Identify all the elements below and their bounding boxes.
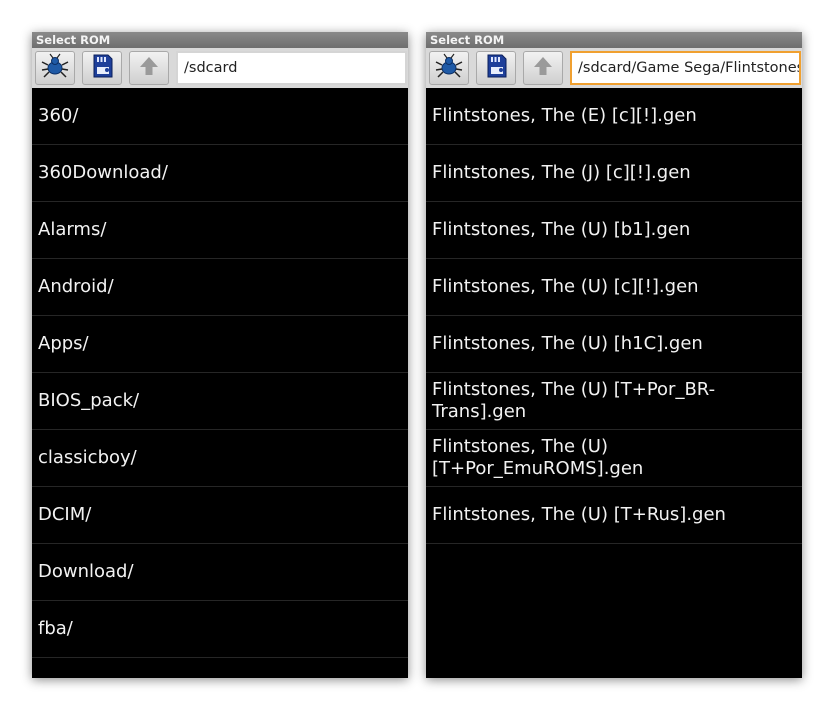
list-item[interactable]: Flintstones, The (U) [c][!].gen (426, 259, 802, 316)
list-item[interactable]: Flintstones, The (U) [h1C].gen (426, 316, 802, 373)
up-directory-button[interactable] (129, 51, 169, 85)
list-item[interactable]: Download/ (32, 544, 408, 601)
window-title: Select ROM (32, 32, 408, 48)
list-item[interactable]: Flintstones, The (U) [T+Por_BR-Trans].ge… (426, 373, 802, 430)
up-directory-button[interactable] (523, 51, 563, 85)
list-item[interactable]: classicboy/ (32, 430, 408, 487)
bug-icon (40, 53, 70, 83)
debug-button[interactable] (429, 51, 469, 85)
rom-browser-left: Select ROM /sdcard 360/ 360Download/ Ala… (32, 32, 408, 678)
rom-browser-right: Select ROM /sdcard/Game Sega/Flintstones… (426, 32, 802, 678)
path-field[interactable]: /sdcard/Game Sega/Flintstones (570, 51, 801, 85)
list-item[interactable]: Flintstones, The (J) [c][!].gen (426, 145, 802, 202)
sdcard-button[interactable] (82, 51, 122, 85)
list-item[interactable]: 360Download/ (32, 145, 408, 202)
list-item[interactable]: Alarms/ (32, 202, 408, 259)
sd-card-icon (483, 53, 509, 83)
file-list: 360/ 360Download/ Alarms/ Android/ Apps/… (32, 88, 408, 678)
list-item[interactable]: 360/ (32, 88, 408, 145)
file-list: Flintstones, The (E) [c][!].gen Flintsto… (426, 88, 802, 678)
list-item[interactable]: DCIM/ (32, 487, 408, 544)
up-arrow-icon (138, 55, 160, 81)
bug-icon (434, 53, 464, 83)
list-item[interactable]: BIOS_pack/ (32, 373, 408, 430)
list-item[interactable]: fba/ (32, 601, 408, 658)
toolbar: /sdcard/Game Sega/Flintstones (426, 48, 802, 88)
sd-card-icon (89, 53, 115, 83)
list-item[interactable]: Flintstones, The (U) [T+Por_EmuROMS].gen (426, 430, 802, 487)
list-item[interactable]: Apps/ (32, 316, 408, 373)
window-title: Select ROM (426, 32, 802, 48)
list-item[interactable]: Android/ (32, 259, 408, 316)
up-arrow-icon (532, 55, 554, 81)
sdcard-button[interactable] (476, 51, 516, 85)
toolbar: /sdcard (32, 48, 408, 88)
list-item[interactable]: Flintstones, The (E) [c][!].gen (426, 88, 802, 145)
list-item[interactable]: Flintstones, The (U) [T+Rus].gen (426, 487, 802, 544)
list-item[interactable]: Flintstones, The (U) [b1].gen (426, 202, 802, 259)
path-field[interactable]: /sdcard (176, 51, 407, 85)
debug-button[interactable] (35, 51, 75, 85)
